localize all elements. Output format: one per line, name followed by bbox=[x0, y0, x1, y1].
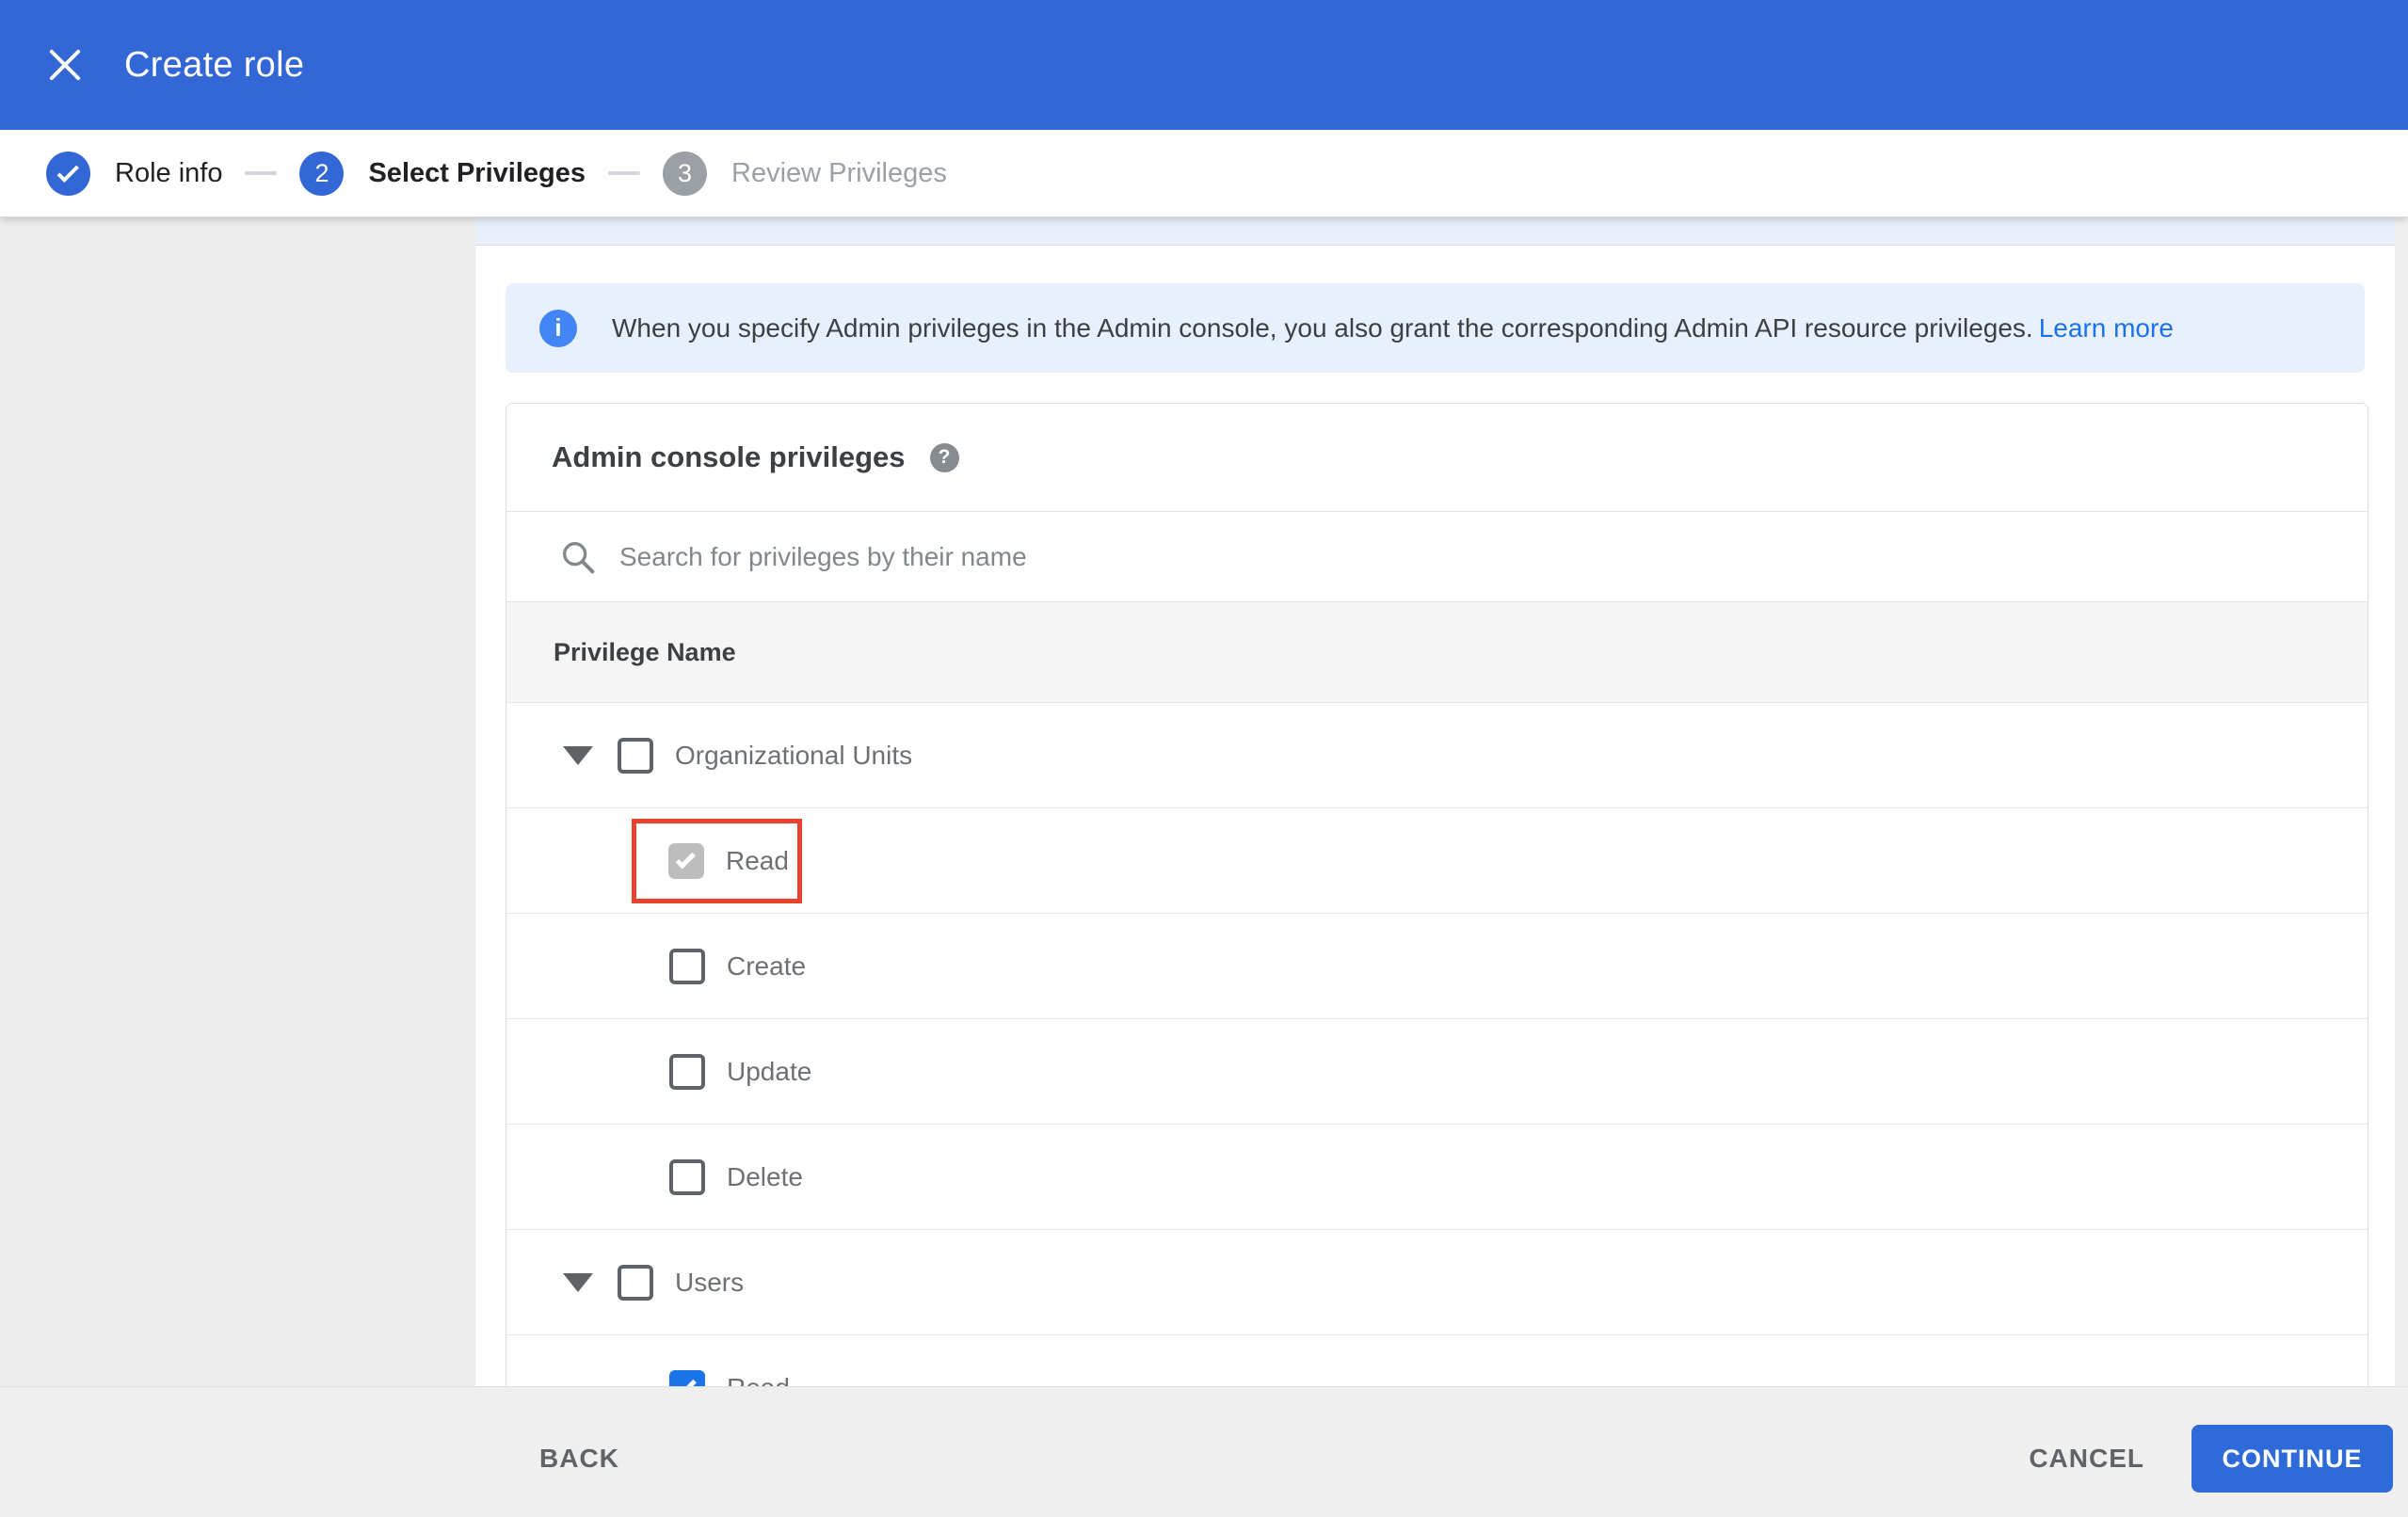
search-icon bbox=[563, 541, 595, 573]
scrolled-content-edge bbox=[475, 217, 2395, 246]
cancel-button[interactable]: CANCEL bbox=[2019, 1430, 2154, 1487]
privilege-label: Delete bbox=[727, 1161, 803, 1191]
privilege-label: Read bbox=[727, 1373, 790, 1387]
checkbox-ou-update[interactable] bbox=[669, 1053, 705, 1090]
step-role-info[interactable]: Role info bbox=[46, 151, 223, 196]
privilege-row-ou-delete[interactable]: Delete bbox=[506, 1124, 2368, 1229]
step-label-select-privileges: Select Privileges bbox=[368, 157, 586, 188]
checkmark-icon bbox=[56, 160, 79, 183]
privilege-row-users[interactable]: Users bbox=[506, 1229, 2368, 1334]
info-banner-text: When you specify Admin privileges in the… bbox=[612, 313, 2174, 343]
collapse-triangle-icon[interactable] bbox=[563, 1272, 593, 1292]
step-select-privileges[interactable]: 2 Select Privileges bbox=[299, 151, 586, 196]
step-number-badge-2: 2 bbox=[299, 151, 345, 196]
dialog-title: Create role bbox=[124, 44, 305, 85]
privilege-row-ou-create[interactable]: Create bbox=[506, 913, 2368, 1018]
checkbox-organizational-units[interactable] bbox=[618, 737, 653, 774]
info-banner: i When you specify Admin privileges in t… bbox=[506, 283, 2365, 373]
admin-privileges-card: Admin console privileges ? Privilege Nam… bbox=[506, 403, 2368, 1386]
table-header: Privilege Name bbox=[506, 601, 2368, 702]
learn-more-link[interactable]: Learn more bbox=[2039, 313, 2174, 343]
checkbox-ou-read[interactable] bbox=[668, 842, 704, 879]
checkbox-ou-create[interactable] bbox=[669, 948, 705, 984]
column-header-privilege-name: Privilege Name bbox=[554, 637, 736, 666]
privilege-label: Create bbox=[727, 950, 807, 981]
privilege-row-users-read[interactable]: Read bbox=[506, 1334, 2368, 1386]
privilege-label: Read bbox=[726, 845, 789, 875]
privilege-label: Update bbox=[727, 1056, 812, 1086]
checkmark-icon bbox=[676, 1375, 697, 1386]
continue-button[interactable]: CONTINUE bbox=[2191, 1425, 2393, 1493]
info-banner-message: When you specify Admin privileges in the… bbox=[612, 312, 2033, 343]
wizard-stepper: Role info 2 Select Privileges 3 Review P… bbox=[0, 130, 2408, 217]
privilege-row-ou-read[interactable]: Read bbox=[506, 807, 2368, 913]
main-panel: i When you specify Admin privileges in t… bbox=[475, 217, 2395, 1386]
footer-bar: BACK CANCEL CONTINUE bbox=[0, 1386, 2408, 1517]
step-label-review-privileges: Review Privileges bbox=[731, 157, 947, 188]
back-button[interactable]: BACK bbox=[530, 1430, 629, 1487]
search-input[interactable] bbox=[619, 541, 1749, 572]
step-complete-icon bbox=[46, 151, 90, 196]
privilege-row-ou-update[interactable]: Update bbox=[506, 1018, 2368, 1124]
stepper-connector bbox=[608, 171, 640, 175]
privilege-label: Users bbox=[675, 1267, 745, 1297]
checkbox-users[interactable] bbox=[618, 1264, 653, 1301]
card-header: Admin console privileges ? bbox=[506, 404, 2368, 511]
stepper-connector bbox=[245, 171, 278, 175]
privilege-label: Organizational Units bbox=[675, 740, 913, 770]
step-label-role-info: Role info bbox=[115, 157, 223, 188]
step-number-badge-3: 3 bbox=[663, 151, 707, 196]
info-icon: i bbox=[539, 309, 577, 347]
step-review-privileges: 3 Review Privileges bbox=[663, 151, 947, 196]
dialog-header: Create role bbox=[0, 0, 2408, 130]
close-button[interactable] bbox=[0, 0, 85, 130]
content-region: i When you specify Admin privileges in t… bbox=[0, 217, 2408, 1386]
close-icon bbox=[45, 45, 85, 85]
privilege-row-organizational-units[interactable]: Organizational Units bbox=[506, 702, 2368, 807]
collapse-triangle-icon[interactable] bbox=[563, 745, 593, 765]
privilege-search-row bbox=[506, 511, 2368, 601]
help-icon[interactable]: ? bbox=[929, 442, 959, 472]
checkbox-ou-delete[interactable] bbox=[669, 1158, 705, 1195]
scrollbar-gutter[interactable] bbox=[2395, 217, 2408, 1386]
highlight-box: Read bbox=[632, 818, 802, 903]
checkmark-icon bbox=[675, 848, 696, 869]
checkbox-users-read[interactable] bbox=[669, 1369, 705, 1386]
card-title: Admin console privileges bbox=[552, 440, 906, 473]
